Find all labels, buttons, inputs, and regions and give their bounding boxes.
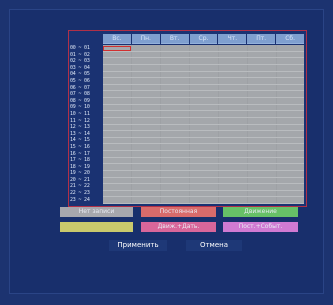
hour-label: 13 ~ 14 bbox=[70, 130, 90, 137]
day-header-cell[interactable]: Пт. bbox=[247, 34, 276, 44]
hour-label: 21 ~ 22 bbox=[70, 183, 90, 190]
schedule-table: Вс. Пн. Вт. Ср. Чт. Пт. Сб. 00 ~ 01 01 ~ 02 02 ~… bbox=[68, 30, 307, 207]
hour-label: 08 ~ 09 bbox=[70, 97, 90, 104]
settings-panel: Вс. Пн. Вт. Ср. Чт. Пт. Сб. 00 ~ 01 01 ~ 02 02 ~… bbox=[9, 9, 324, 294]
hour-label: 14 ~ 15 bbox=[70, 137, 90, 144]
hour-label: 11 ~ 12 bbox=[70, 117, 90, 124]
schedule-row[interactable] bbox=[103, 91, 304, 98]
hour-label: 09 ~ 10 bbox=[70, 104, 90, 111]
cancel-button[interactable]: Отмена bbox=[186, 240, 242, 251]
hour-label: 07 ~ 08 bbox=[70, 91, 90, 98]
hour-label: 10 ~ 11 bbox=[70, 110, 90, 117]
schedule-row[interactable] bbox=[103, 124, 304, 132]
mode-no-record[interactable]: Нет записи bbox=[60, 207, 133, 217]
schedule-row[interactable] bbox=[103, 164, 304, 171]
hour-label: 19 ~ 20 bbox=[70, 170, 90, 177]
hour-label: 15 ~ 16 bbox=[70, 143, 90, 150]
hour-label: 02 ~ 03 bbox=[70, 58, 90, 65]
schedule-grid[interactable] bbox=[103, 45, 304, 204]
apply-button[interactable]: Применить bbox=[109, 240, 167, 251]
hour-label: 23 ~ 24 bbox=[70, 196, 90, 203]
mode-continuous[interactable]: Постоянная bbox=[141, 207, 216, 217]
schedule-row[interactable] bbox=[103, 64, 304, 72]
day-header-cell[interactable]: Вс. bbox=[103, 34, 131, 44]
hour-label: 17 ~ 18 bbox=[70, 157, 90, 164]
schedule-row[interactable] bbox=[103, 51, 304, 59]
hour-label: 22 ~ 23 bbox=[70, 190, 90, 197]
hour-label: 12 ~ 13 bbox=[70, 124, 90, 131]
schedule-row[interactable] bbox=[103, 137, 304, 145]
day-header-cell[interactable]: Вт. bbox=[160, 34, 189, 44]
day-header-cell[interactable]: Сб. bbox=[276, 34, 305, 44]
schedule-row[interactable] bbox=[103, 71, 304, 79]
day-header: Вс. Пн. Вт. Ср. Чт. Пт. Сб. bbox=[103, 34, 305, 44]
schedule-row[interactable] bbox=[103, 98, 304, 105]
schedule-row[interactable] bbox=[103, 45, 304, 52]
day-header-cell[interactable]: Чт. bbox=[218, 34, 247, 44]
hour-label: 01 ~ 02 bbox=[70, 51, 90, 58]
hour-label: 03 ~ 04 bbox=[70, 64, 90, 71]
hour-label: 06 ~ 07 bbox=[70, 84, 90, 91]
schedule-row[interactable] bbox=[103, 58, 304, 65]
mode-motion[interactable]: Движение bbox=[223, 207, 298, 217]
day-header-cell[interactable]: Ср. bbox=[189, 34, 218, 44]
schedule-row[interactable] bbox=[103, 151, 304, 158]
hour-labels: 00 ~ 01 01 ~ 02 02 ~ 03 03 ~ 04 04 ~ 05 05 ~ … bbox=[70, 45, 103, 203]
schedule-row[interactable] bbox=[103, 78, 304, 85]
mode-sensor[interactable] bbox=[60, 222, 133, 232]
hour-label: 04 ~ 05 bbox=[70, 71, 90, 78]
mode-continuous-event[interactable]: Пост.+Событ. bbox=[223, 222, 298, 232]
day-header-cell[interactable]: Пн. bbox=[131, 34, 160, 44]
schedule-row[interactable] bbox=[103, 177, 304, 185]
schedule-row[interactable] bbox=[103, 131, 304, 138]
schedule-row[interactable] bbox=[103, 157, 304, 165]
schedule-row[interactable] bbox=[103, 170, 304, 178]
hour-label: 00 ~ 01 bbox=[70, 45, 90, 51]
schedule-row[interactable] bbox=[103, 111, 304, 118]
schedule-row[interactable] bbox=[103, 197, 304, 204]
schedule-row[interactable] bbox=[103, 190, 304, 198]
hour-label: 18 ~ 19 bbox=[70, 163, 90, 170]
schedule-row[interactable] bbox=[103, 117, 304, 125]
hour-label: 16 ~ 17 bbox=[70, 150, 90, 157]
schedule-row[interactable] bbox=[103, 184, 304, 191]
schedule-row[interactable] bbox=[103, 84, 304, 92]
hour-label: 20 ~ 21 bbox=[70, 176, 90, 183]
selection-cursor bbox=[103, 46, 131, 51]
schedule-row[interactable] bbox=[103, 104, 304, 112]
schedule-row[interactable] bbox=[103, 144, 304, 151]
hour-label: 05 ~ 06 bbox=[70, 77, 90, 84]
mode-motion-sensor[interactable]: Движ.+Дать. bbox=[141, 222, 216, 232]
